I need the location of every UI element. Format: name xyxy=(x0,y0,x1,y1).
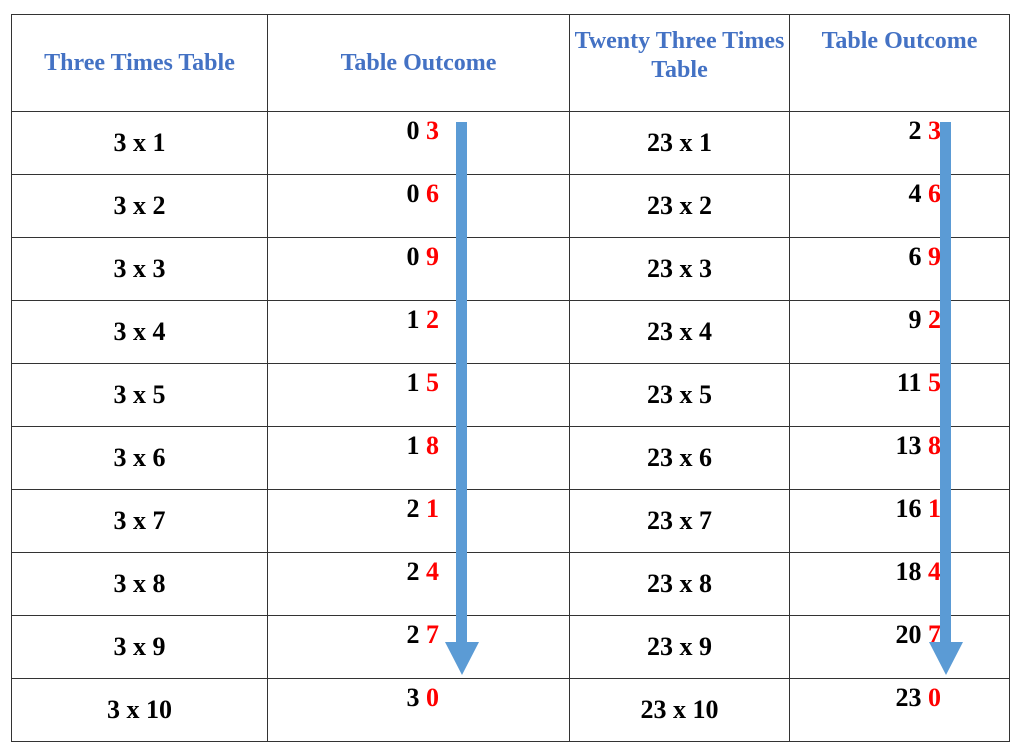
twenty-three-outcome: 6 9 xyxy=(789,237,1010,301)
twenty-three-outcome: 13 8 xyxy=(789,426,1010,490)
table-row: 3 x 82 4 23 x 8 18 4 xyxy=(11,552,1010,616)
ones-digit: 7 xyxy=(426,620,439,649)
tens-digit: 4 xyxy=(908,179,922,208)
down-arrow-icon-1 xyxy=(445,122,479,675)
tens-digit: 0 xyxy=(406,179,420,208)
tens-digit: 13 xyxy=(895,431,922,460)
ones-digit: 0 xyxy=(426,683,439,712)
twenty-three-expression: 23 x 9 xyxy=(569,615,790,679)
tens-digit: 6 xyxy=(908,242,922,271)
tens-digit: 11 xyxy=(896,368,922,397)
header-row: Three Times Table Table Outcome Twenty T… xyxy=(11,14,1010,112)
three-expression: 3 x 4 xyxy=(11,300,268,364)
header-table-outcome-1: Table Outcome xyxy=(267,14,570,112)
tens-digit: 1 xyxy=(406,305,420,334)
ones-digit: 4 xyxy=(426,557,439,586)
twenty-three-outcome: 2 3 xyxy=(789,111,1010,175)
twenty-three-expression: 23 x 4 xyxy=(569,300,790,364)
three-expression: 3 x 2 xyxy=(11,174,268,238)
three-outcome: 0 3 xyxy=(267,111,570,175)
twenty-three-expression: 23 x 10 xyxy=(569,678,790,742)
three-expression: 3 x 8 xyxy=(11,552,268,616)
header-three-times-table: Three Times Table xyxy=(11,14,268,112)
tens-digit: 2 xyxy=(908,116,922,145)
tens-digit: 16 xyxy=(895,494,922,523)
twenty-three-outcome: 9 2 xyxy=(789,300,1010,364)
ones-digit: 6 xyxy=(426,179,439,208)
table-row: 3 x 51 5 23 x 5 11 5 xyxy=(11,363,1010,427)
tens-digit: 2 xyxy=(406,557,420,586)
three-outcome: 0 9 xyxy=(267,237,570,301)
table-row: 3 x 20 6 23 x 24 6 xyxy=(11,174,1010,238)
twenty-three-expression: 23 x 5 xyxy=(569,363,790,427)
twenty-three-expression: 23 x 7 xyxy=(569,489,790,553)
three-expression: 3 x 10 xyxy=(11,678,268,742)
multiplication-table: Three Times Table Table Outcome Twenty T… xyxy=(11,14,1010,742)
three-outcome: 1 8 xyxy=(267,426,570,490)
twenty-three-outcome: 16 1 xyxy=(789,489,1010,553)
three-outcome: 2 4 xyxy=(267,552,570,616)
table-row: 3 x 72 1 23 x 7 16 1 xyxy=(11,489,1010,553)
ones-digit: 8 xyxy=(426,431,439,460)
tens-digit: 1 xyxy=(406,431,420,460)
three-outcome: 2 7 xyxy=(267,615,570,679)
table-row: 3 x 30 9 23 x 36 9 xyxy=(11,237,1010,301)
three-outcome: 1 5 xyxy=(267,363,570,427)
tens-digit: 2 xyxy=(406,494,420,523)
ones-digit: 9 xyxy=(426,242,439,271)
ones-digit: 2 xyxy=(426,305,439,334)
tens-digit: 20 xyxy=(895,620,922,649)
three-expression: 3 x 9 xyxy=(11,615,268,679)
three-outcome: 1 2 xyxy=(267,300,570,364)
tens-digit: 2 xyxy=(406,620,420,649)
tens-digit: 0 xyxy=(406,242,420,271)
ones-digit: 0 xyxy=(928,683,941,712)
twenty-three-expression: 23 x 6 xyxy=(569,426,790,490)
twenty-three-expression: 23 x 1 xyxy=(569,111,790,175)
ones-digit: 5 xyxy=(426,368,439,397)
tens-digit: 9 xyxy=(908,305,922,334)
three-outcome: 0 6 xyxy=(267,174,570,238)
three-expression: 3 x 7 xyxy=(11,489,268,553)
ones-digit: 3 xyxy=(426,116,439,145)
twenty-three-expression: 23 x 2 xyxy=(569,174,790,238)
twenty-three-outcome: 23 0 xyxy=(789,678,1010,742)
tens-digit: 3 xyxy=(406,683,420,712)
twenty-three-outcome: 4 6 xyxy=(789,174,1010,238)
table-row: 3 x 10 3 23 x 12 3 xyxy=(11,111,1010,175)
tens-digit: 0 xyxy=(406,116,420,145)
three-outcome: 2 1 xyxy=(267,489,570,553)
tens-digit: 1 xyxy=(406,368,420,397)
tens-digit: 18 xyxy=(895,557,922,586)
three-expression: 3 x 6 xyxy=(11,426,268,490)
three-expression: 3 x 5 xyxy=(11,363,268,427)
three-expression: 3 x 1 xyxy=(11,111,268,175)
twenty-three-expression: 23 x 3 xyxy=(569,237,790,301)
table-row: 3 x 61 8 23 x 6 13 8 xyxy=(11,426,1010,490)
twenty-three-expression: 23 x 8 xyxy=(569,552,790,616)
header-table-outcome-2: Table Outcome xyxy=(789,14,1010,112)
table-row: 3 x 41 2 23 x 49 2 xyxy=(11,300,1010,364)
twenty-three-outcome: 18 4 xyxy=(789,552,1010,616)
twenty-three-outcome: 20 7 xyxy=(789,615,1010,679)
twenty-three-outcome: 11 5 xyxy=(789,363,1010,427)
three-outcome: 3 0 xyxy=(267,678,570,742)
tens-digit: 23 xyxy=(895,683,922,712)
three-expression: 3 x 3 xyxy=(11,237,268,301)
down-arrow-icon-2 xyxy=(929,122,963,675)
table-row: 3 x 92 7 23 x 9 20 7 xyxy=(11,615,1010,679)
table-row: 3 x 10 3 0 23 x 10 23 0 xyxy=(11,678,1010,742)
header-twenty-three-times-table: Twenty Three Times Table xyxy=(569,14,790,112)
ones-digit: 1 xyxy=(426,494,439,523)
